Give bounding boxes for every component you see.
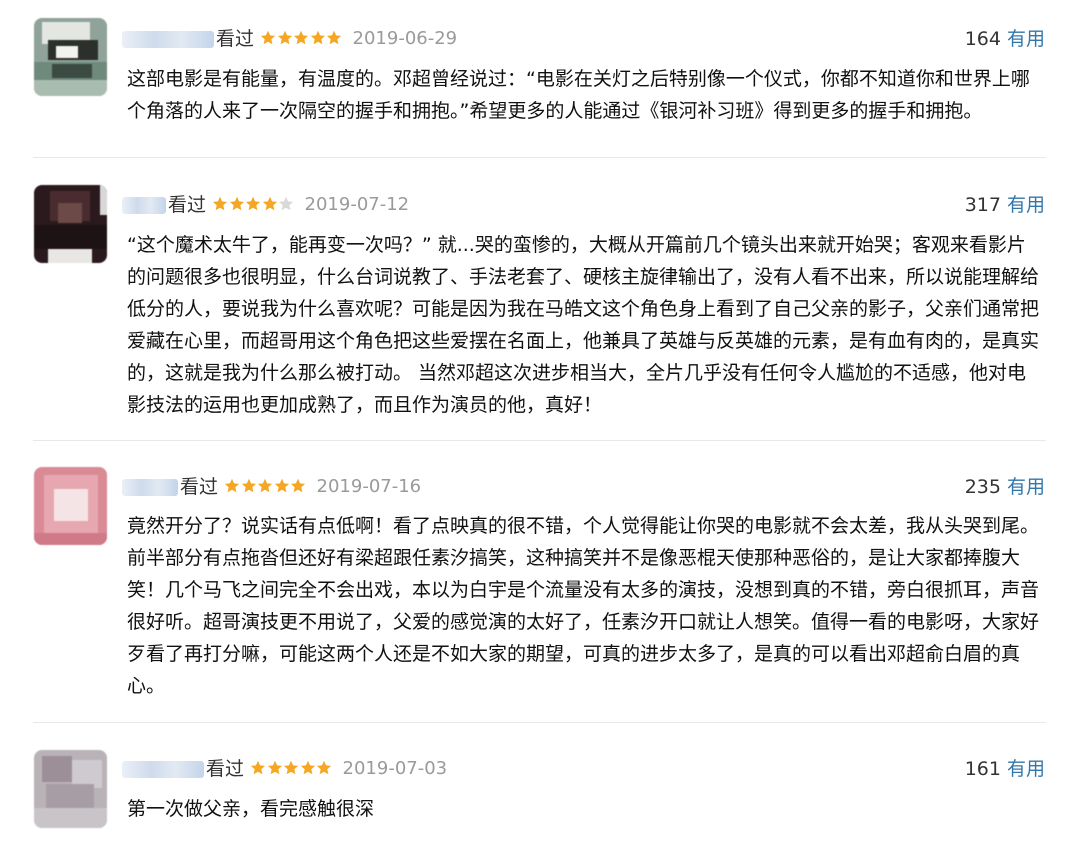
star-filled-icon — [229, 196, 244, 211]
star-filled-icon — [260, 30, 276, 45]
star-filled-icon — [241, 478, 256, 493]
review-content: 第一次做父亲，看完感触很深 — [127, 798, 375, 820]
watched-label: 看过 — [180, 476, 219, 498]
useful-button[interactable]: 有用 — [1007, 758, 1045, 780]
star-filled-icon — [326, 30, 342, 45]
username[interactable] — [122, 196, 166, 214]
review-date: 2019-06-29 — [352, 28, 458, 49]
divider — [33, 157, 1046, 158]
username[interactable] — [122, 478, 178, 496]
useful-button[interactable]: 有用 — [1007, 194, 1045, 216]
useful-vote: 317 有用 — [965, 192, 1045, 218]
avatar[interactable] — [34, 18, 107, 96]
avatar[interactable] — [34, 185, 107, 263]
review-meta: 看过 2019-06-29 — [122, 26, 457, 52]
star-filled-icon — [293, 30, 309, 45]
star-filled-icon — [245, 196, 261, 211]
review-content: 这部电影是有能量，有温度的。邓超曾经说过：“电影在关灯之后特别像一个仪式，你都不… — [127, 68, 1030, 122]
review-date: 2019-07-12 — [304, 194, 410, 215]
useful-count: 235 — [964, 476, 1001, 498]
star-filled-icon — [300, 760, 315, 775]
useful-count: 161 — [964, 758, 1001, 780]
star-empty-icon — [278, 196, 294, 211]
star-filled-icon — [212, 196, 228, 211]
useful-count: 164 — [964, 28, 1001, 50]
star-filled-icon — [277, 30, 292, 45]
review-meta: 看过 2019-07-03 — [122, 756, 447, 782]
star-filled-icon — [224, 478, 240, 493]
useful-vote: 161 有用 — [965, 756, 1045, 782]
star-filled-icon — [257, 478, 273, 493]
star-rating — [260, 30, 343, 46]
star-filled-icon — [267, 760, 282, 775]
useful-button[interactable]: 有用 — [1007, 28, 1045, 50]
useful-vote: 235 有用 — [965, 474, 1045, 500]
star-filled-icon — [250, 760, 266, 775]
avatar[interactable] — [34, 467, 107, 545]
divider — [33, 722, 1046, 723]
review-date: 2019-07-16 — [316, 476, 422, 497]
star-rating — [250, 760, 333, 776]
useful-vote: 164 有用 — [965, 26, 1045, 52]
star-filled-icon — [274, 478, 289, 493]
username[interactable] — [122, 30, 214, 48]
review-meta: 看过 2019-07-16 — [122, 474, 421, 500]
username[interactable] — [122, 760, 204, 778]
star-filled-icon — [283, 760, 299, 775]
useful-button[interactable]: 有用 — [1007, 476, 1045, 498]
star-rating — [212, 196, 295, 212]
star-rating — [224, 478, 307, 494]
star-filled-icon — [310, 30, 325, 45]
avatar[interactable] — [34, 750, 107, 828]
watched-label: 看过 — [206, 758, 245, 780]
star-filled-icon — [290, 478, 306, 493]
star-filled-icon — [262, 196, 277, 211]
review-content: “这个魔术太牛了，能再变一次吗？” 就...哭的蛮惨的，大概从开篇前几个镜头出来… — [127, 234, 1040, 416]
watched-label: 看过 — [216, 28, 255, 50]
watched-label: 看过 — [168, 194, 207, 216]
divider — [33, 440, 1046, 441]
review-date: 2019-07-03 — [342, 758, 448, 779]
useful-count: 317 — [964, 194, 1001, 216]
review-content: 竟然开分了？说实话有点低啊！看了点映真的很不错，个人觉得能让你哭的电影就不会太差… — [127, 515, 1040, 697]
review-meta: 看过 2019-07-12 — [122, 192, 409, 218]
star-filled-icon — [316, 760, 332, 775]
